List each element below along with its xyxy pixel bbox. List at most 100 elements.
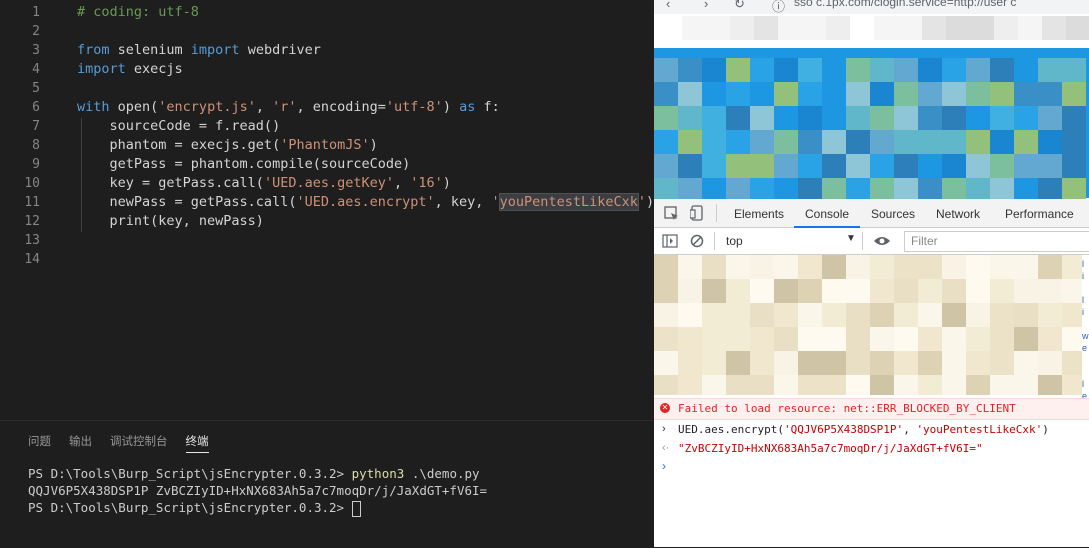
blur-pixel [826,16,850,40]
sidebar-toggle-icon[interactable] [662,234,678,248]
blur-pixel [798,58,822,82]
clear-console-icon[interactable] [690,234,704,248]
blur-pixel [822,154,846,178]
tab-output[interactable]: 输出 [69,433,92,453]
blur-pixel [846,351,870,375]
blur-pixel [726,154,750,178]
blur-pixel [702,58,726,82]
code-line[interactable]: phantom = execjs.get('PhantomJS') [77,136,378,155]
blur-pixel [1062,303,1082,327]
code-line[interactable]: sourceCode = f.read() [77,117,281,136]
blur-pixel [918,58,942,82]
blur-pixel [750,279,774,303]
blur-pixel [750,375,774,395]
error-icon: ✕ [660,403,670,413]
back-icon[interactable]: ‹ [666,0,670,11]
url-text[interactable]: sso c.1px.com/clogin.service=http://user… [794,0,1016,9]
code-token: ' [637,194,646,210]
blur-pixel [1014,255,1038,279]
code-token: youPentestLikeCxk [498,193,639,211]
blur-pixel [990,106,1014,130]
blur-pixel [870,303,894,327]
code-line[interactable]: from selenium import webdriver [77,41,321,60]
blur-pixel [726,130,750,154]
blur-pixel [918,106,942,130]
blur-pixel [750,106,774,130]
blur-pixel [966,106,990,130]
line-number: 6 [32,100,40,115]
blur-pixel [654,255,678,279]
blur-pixel [990,375,1014,395]
code-line[interactable]: # coding: utf-8 [77,3,199,22]
code-editor[interactable]: 1 2 3 4 5 6 7 8 9 10 11 12 13 14 # coding: utf-8 from … [0,0,654,420]
code-token: 'PhantomJS' [280,137,370,153]
context-selector[interactable]: top [726,234,743,248]
tab-terminal[interactable]: 终端 [185,433,209,453]
blur-pixel [678,279,702,303]
code-token: open( [109,99,159,115]
code-token: '16' [410,175,443,191]
tab-console[interactable]: Console [805,207,849,221]
code-line[interactable]: import execjs [77,60,183,79]
bookmarks-bar-blurred [654,14,1089,49]
site-info-icon[interactable]: ⓘ [772,0,785,15]
terminal-prompt: PS D:\Tools\Burp_Script\jsEncrypter.0.3.… [28,466,352,481]
blur-pixel [894,375,918,395]
input-arg-password: 'youPentestLikeCxk' [916,423,1043,436]
tab-debug-console[interactable]: 调试控制台 [110,433,168,453]
code-token: getPass = phantom.compile(sourceCode) [77,156,411,172]
blur-pixel [894,106,918,130]
blur-pixel [678,58,702,82]
blur-pixel [990,82,1014,106]
blur-pixel [822,351,846,375]
blur-pixel [870,279,894,303]
blur-pixel [1062,58,1086,82]
blur-pixel [898,16,922,40]
blur-pixel [1062,351,1082,375]
blur-pixel [918,130,942,154]
blur-pixel [846,154,870,178]
code-line[interactable]: with open('encrypt.js', 'r', encoding='u… [77,98,500,117]
inspect-element-icon[interactable] [664,206,680,222]
page-content-blurred [654,48,1089,202]
blur-pixel [894,82,918,106]
blur-pixel [870,351,894,375]
browser-window: ‹ › ↻ ⓘ sso c.1px.com/clogin.service=htt… [654,0,1089,547]
blur-pixel [1062,279,1082,303]
blur-pixel [966,58,990,82]
console-prompt-icon[interactable]: › [662,459,666,473]
blur-pixel [702,375,726,395]
device-toolbar-icon[interactable] [690,205,704,221]
blur-pixel [702,279,726,303]
address-bar[interactable]: ‹ › ↻ ⓘ sso c.1px.com/clogin.service=htt… [654,0,1089,14]
tab-performance[interactable]: Performance [1005,207,1074,221]
chevron-down-icon[interactable]: ▼ [846,233,856,244]
terminal-line-3[interactable]: PS D:\Tools\Burp_Script\jsEncrypter.0.3.… [28,499,361,517]
code-token: newPass = getPass.call( [77,194,297,210]
code-token: from [77,42,110,58]
tab-elements[interactable]: Elements [734,207,784,221]
line-number: 9 [32,157,40,172]
reload-icon[interactable]: ↻ [734,0,745,12]
code-line[interactable]: print(key, newPass) [77,212,264,231]
blur-pixel [822,327,846,351]
code-line[interactable]: key = getPass.call('UED.aes.getKey', '16… [77,174,451,193]
blur-pixel [822,130,846,154]
eye-icon[interactable] [873,235,891,247]
blur-pixel [798,255,822,279]
tab-sources[interactable]: Sources [871,207,915,221]
forward-icon[interactable]: › [704,0,708,11]
tab-network[interactable]: Network [936,207,980,221]
blur-pixel [990,130,1014,154]
code-token: ' [491,194,500,210]
filter-input[interactable]: Filter [904,231,1089,252]
blur-pixel [1038,130,1062,154]
code-line[interactable]: getPass = phantom.compile(sourceCode) [77,155,411,174]
blur-pixel [726,351,750,375]
tab-problems[interactable]: 问题 [28,433,51,453]
code-line[interactable]: newPass = getPass.call('UED.aes.encrypt'… [77,193,654,212]
blur-pixel [702,130,726,154]
blur-pixel [846,106,870,130]
code-token: key = getPass.call( [77,175,264,191]
blur-pixel [654,303,678,327]
